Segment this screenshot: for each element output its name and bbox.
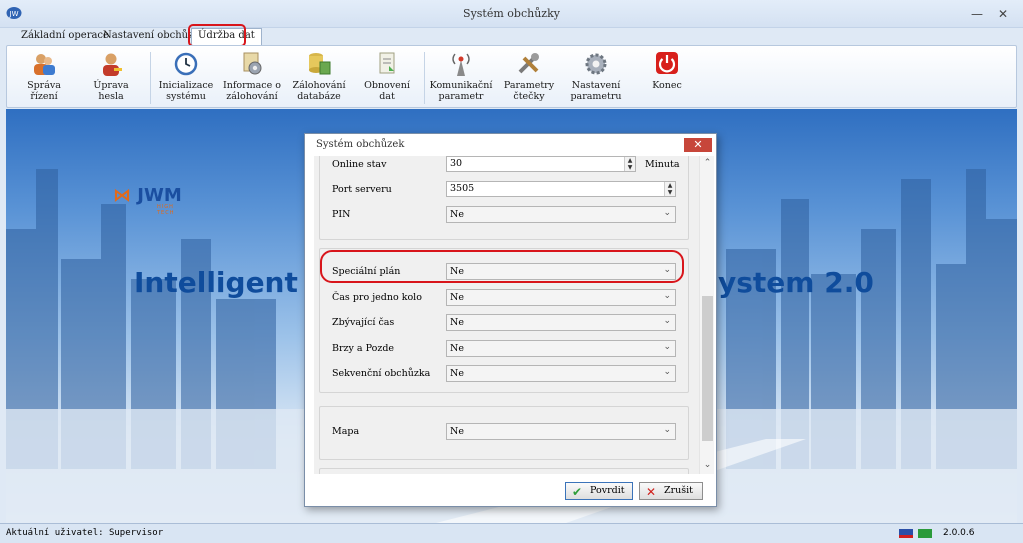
clock-reset-icon (174, 52, 198, 76)
settings-dialog: Systém obchůzek ✕ Online stav 30 ▲ ▼ Minu… (304, 133, 717, 507)
server-port-input[interactable]: 3505 ▲ ▼ (446, 181, 676, 197)
ribbon-toolbar: Správa řízení Úprava hesla Inicializace sys… (6, 45, 1017, 108)
splash-title-right: ystem 2.0 (718, 266, 874, 299)
chevron-down-icon: ⌄ (663, 425, 671, 435)
dialog-footer: ✔ Povrdit ✕ Zrušit (305, 476, 716, 506)
exit-button[interactable]: Konec (633, 49, 701, 107)
map-select[interactable]: Ne ⌄ (446, 423, 676, 440)
communication-param-button[interactable]: Komunikační parametr (427, 49, 495, 107)
pin-label: PIN (332, 209, 351, 220)
tab-highlight (188, 24, 246, 47)
chevron-down-icon: ⌄ (663, 316, 671, 326)
dialog-content: Online stav 30 ▲ ▼ Minuta Port serveru 35… (314, 156, 699, 474)
dialog-close-button[interactable]: ✕ (684, 138, 712, 152)
special-plan-highlight (320, 250, 684, 283)
cancel-button[interactable]: ✕ Zrušit (639, 482, 703, 500)
sequential-select[interactable]: Ne ⌄ (446, 365, 676, 382)
data-restore-button[interactable]: Obnovení dat (353, 49, 421, 107)
backup-info-button[interactable]: Informace o zálohování (218, 49, 286, 107)
remaining-time-label: Zbývající čas (332, 317, 395, 328)
online-unit: Minuta (645, 159, 680, 170)
connection-indicator-icon (918, 529, 932, 538)
chevron-down-icon: ⌄ (663, 291, 671, 301)
pin-select[interactable]: Ne ⌄ (446, 206, 676, 223)
online-status-input[interactable]: 30 ▲ ▼ (446, 156, 636, 172)
chevron-down-icon: ⌄ (663, 342, 671, 352)
dialog-title-bar: Systém obchůzek ✕ (305, 134, 716, 155)
system-init-button[interactable]: Inicializace systému (152, 49, 220, 107)
round-time-label: Čas pro jedno kolo (332, 292, 422, 303)
title-bar: JW Systém obchůzky — ✕ (0, 0, 1023, 28)
dialog-title: Systém obchůzek (316, 139, 405, 150)
company-logo: ⋈ JWM HIGH TECH (113, 185, 182, 216)
settings-gear-icon (585, 53, 607, 75)
tab-basic-operations[interactable]: Základní operace (21, 30, 109, 41)
restore-doc-icon (379, 52, 395, 74)
confirm-button[interactable]: ✔ Povrdit (565, 482, 633, 500)
spin-updown-icon[interactable]: ▲ ▼ (664, 182, 675, 196)
tools-icon (518, 53, 539, 74)
antenna-icon (452, 53, 470, 76)
reader-params-button[interactable]: Parametry čtečky (495, 49, 563, 107)
early-late-label: Brzy a Pozde (332, 343, 395, 354)
scroll-up-icon[interactable]: ⌃ (700, 158, 715, 168)
database-backup-icon (309, 53, 331, 75)
edit-password-button[interactable]: Úprava hesla (77, 49, 145, 107)
dialog-scrollbar[interactable]: ⌃ ⌄ (699, 156, 714, 474)
chevron-down-icon: ⌄ (663, 367, 671, 377)
server-port-label: Port serveru (332, 184, 392, 195)
keyboard-indicator-icon (899, 529, 913, 538)
minimize-button[interactable]: — (968, 6, 986, 22)
parameter-settings-button[interactable]: Nastavení parametru (562, 49, 630, 107)
online-status-label: Online stav (332, 159, 387, 170)
gear-info-icon (243, 52, 262, 75)
group-next (319, 468, 689, 474)
status-bar: Aktuální uživatel: Supervisor 2.0.0.6 (0, 523, 1023, 543)
database-backup-button[interactable]: Zálohování databáze (285, 49, 353, 107)
splash-title-left: Intelligent (134, 266, 298, 299)
round-time-select[interactable]: Ne ⌄ (446, 289, 676, 306)
scroll-down-icon[interactable]: ⌄ (700, 460, 715, 470)
sequential-label: Sekvenční obchůzka (332, 368, 431, 379)
chevron-down-icon: ⌄ (663, 208, 671, 218)
spin-updown-icon[interactable]: ▲ ▼ (624, 157, 635, 171)
current-user: Aktuální uživatel: Supervisor (6, 528, 164, 538)
control-management-button[interactable]: Správa řízení (10, 49, 78, 107)
users-icon (34, 54, 55, 75)
user-edit-icon (103, 53, 122, 76)
close-icon: ✕ (646, 485, 657, 499)
map-label: Mapa (332, 426, 360, 437)
version-label: 2.0.0.6 (943, 528, 975, 538)
close-window-button[interactable]: ✕ (994, 6, 1012, 22)
window-title: Systém obchůzky (463, 7, 560, 20)
remaining-time-select[interactable]: Ne ⌄ (446, 314, 676, 331)
ribbon-tabs: Základní operace Nastavení obchůzek Údrž… (0, 28, 1023, 45)
early-late-select[interactable]: Ne ⌄ (446, 340, 676, 357)
power-icon (656, 52, 678, 74)
scrollbar-thumb[interactable] (702, 296, 713, 441)
checkmark-icon: ✔ (572, 485, 583, 499)
